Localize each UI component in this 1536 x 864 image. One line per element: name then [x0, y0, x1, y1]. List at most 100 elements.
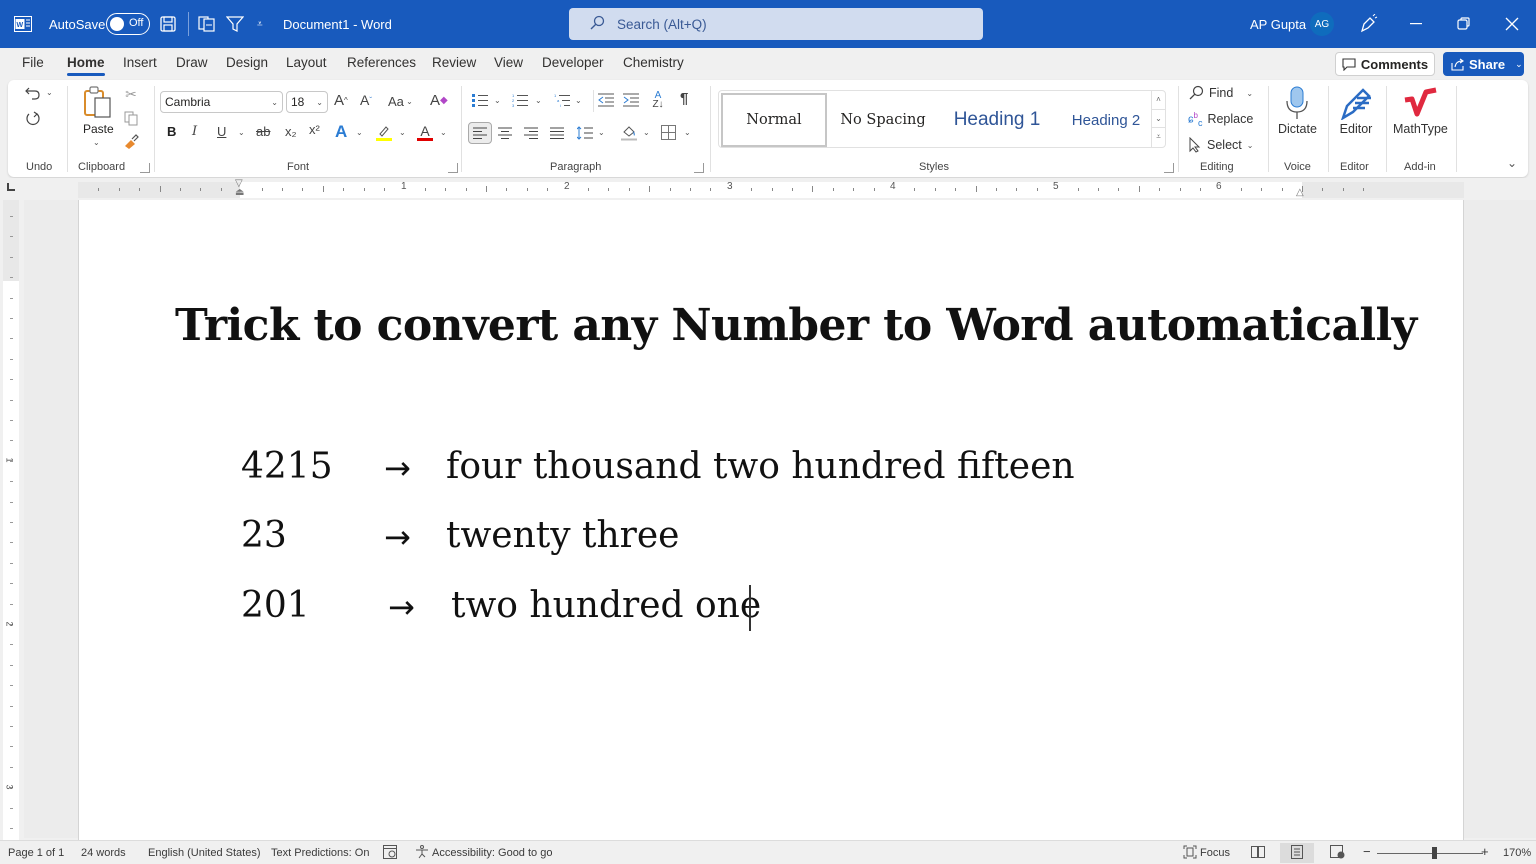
multilevel-list-icon[interactable]: 1ai	[553, 92, 571, 108]
style-no-spacing[interactable]: No Spacing	[831, 93, 935, 147]
tab-insert[interactable]: Insert	[123, 55, 157, 70]
tab-file[interactable]: File	[22, 55, 44, 70]
bullets-icon[interactable]	[471, 92, 489, 108]
gallery-scrollbar[interactable]: ˄ ⌄ ⩡	[1151, 91, 1165, 147]
text-effects-icon[interactable]: A	[335, 122, 347, 142]
sort-icon[interactable]: A Z↓	[649, 90, 667, 110]
find-dropdown-icon[interactable]: ⌄	[1246, 89, 1253, 98]
word-count[interactable]: 24 words	[81, 847, 126, 859]
tab-design[interactable]: Design	[226, 55, 268, 70]
page-count[interactable]: Page 1 of 1	[8, 847, 64, 859]
word-logo-icon[interactable]: W	[14, 0, 34, 48]
vertical-ruler[interactable]: 1 2 3	[3, 200, 19, 841]
undo-icon[interactable]	[24, 84, 42, 102]
close-icon[interactable]	[1500, 0, 1524, 48]
text-effects-dropdown-icon[interactable]: ⌄	[356, 128, 363, 137]
number-value[interactable]: 23	[241, 515, 287, 556]
accessibility-icon[interactable]	[415, 845, 429, 862]
change-case-icon[interactable]: Aa ⌄	[388, 94, 413, 109]
dictate-button[interactable]: Dictate	[1278, 84, 1317, 136]
copy-icon[interactable]	[123, 110, 139, 126]
read-mode-icon[interactable]	[1251, 845, 1265, 862]
number-value[interactable]: 201	[241, 585, 310, 626]
align-center-button[interactable]	[498, 127, 512, 139]
paste-dropdown-icon[interactable]: ⌄	[93, 138, 100, 147]
macro-recording-icon[interactable]	[383, 845, 397, 862]
horizontal-ruler[interactable]: 1 2 3 4 5 6 ▽ ⏏ △	[0, 178, 1536, 200]
align-right-button[interactable]	[524, 127, 538, 139]
avatar[interactable]: AG	[1310, 12, 1334, 36]
style-heading-2[interactable]: Heading 2	[1059, 93, 1153, 147]
justify-button[interactable]	[550, 127, 564, 139]
grow-font-icon[interactable]: A ^	[334, 92, 348, 109]
gallery-down-icon[interactable]: ⌄	[1152, 110, 1165, 129]
user-name[interactable]: AP Gupta	[1250, 0, 1306, 48]
tab-view[interactable]: View	[494, 55, 523, 70]
replace-button[interactable]: ɕbc Replace	[1188, 111, 1253, 128]
left-indent-marker[interactable]: ⏏	[235, 187, 244, 198]
touch-mode-icon[interactable]	[198, 0, 216, 48]
customize-toolbar-icon[interactable]: ⩡	[257, 0, 263, 48]
font-size-select[interactable]: 18 ⌄	[286, 91, 328, 113]
underline-button[interactable]: U	[217, 124, 226, 139]
font-name-select[interactable]: Cambria ⌄	[160, 91, 283, 113]
format-painter-icon[interactable]	[123, 134, 139, 150]
zoom-out-button[interactable]: −	[1363, 844, 1371, 859]
gallery-more-icon[interactable]: ⩡	[1152, 128, 1165, 147]
autosave-toggle[interactable]: Off	[106, 13, 150, 35]
shading-dropdown-icon[interactable]: ⌄	[643, 128, 650, 137]
tab-layout[interactable]: Layout	[286, 55, 327, 70]
number-value[interactable]: 4215	[241, 446, 333, 487]
multilevel-dropdown-icon[interactable]: ⌄	[575, 96, 582, 105]
focus-icon[interactable]	[1183, 845, 1197, 862]
tab-chemistry[interactable]: Chemistry	[623, 55, 684, 70]
highlight-icon[interactable]	[376, 124, 392, 142]
superscript-button[interactable]: x²	[309, 122, 320, 137]
tab-selector-icon[interactable]	[7, 183, 15, 191]
number-words[interactable]: two hundred one	[451, 585, 761, 626]
underline-dropdown-icon[interactable]: ⌄	[238, 128, 245, 137]
zoom-slider-thumb[interactable]	[1432, 847, 1437, 859]
select-button[interactable]: Select ⌄	[1188, 137, 1253, 153]
bullets-dropdown-icon[interactable]: ⌄	[494, 96, 501, 105]
comments-button[interactable]: Comments	[1335, 52, 1435, 76]
subscript-button[interactable]: x₂	[285, 124, 297, 139]
strikethrough-button[interactable]: ab	[256, 124, 270, 139]
collapse-ribbon-icon[interactable]: ⌄	[1507, 156, 1517, 170]
pen-icon[interactable]	[1358, 0, 1378, 48]
decrease-indent-icon[interactable]	[597, 92, 615, 108]
gallery-up-icon[interactable]: ˄	[1152, 91, 1165, 110]
zoom-in-button[interactable]: +	[1481, 844, 1489, 859]
style-heading-1[interactable]: Heading 1	[939, 93, 1055, 147]
web-layout-icon[interactable]	[1330, 845, 1345, 862]
print-layout-icon[interactable]	[1291, 845, 1303, 862]
share-button[interactable]: Share ⌄	[1443, 52, 1524, 76]
styles-launcher-icon[interactable]	[1164, 163, 1174, 173]
numbering-dropdown-icon[interactable]: ⌄	[535, 96, 542, 105]
focus-label[interactable]: Focus	[1200, 847, 1230, 859]
zoom-slider[interactable]	[1377, 853, 1483, 854]
line-spacing-dropdown-icon[interactable]: ⌄	[598, 128, 605, 137]
right-indent-marker[interactable]: △	[1296, 187, 1304, 198]
tab-home[interactable]: Home	[67, 55, 105, 76]
show-formatting-icon[interactable]: ¶	[680, 90, 688, 107]
font-color-dropdown-icon[interactable]: ⌄	[440, 128, 447, 137]
share-dropdown-icon[interactable]: ⌄	[1515, 59, 1523, 70]
search-input[interactable]: Search (Alt+Q)	[569, 8, 983, 40]
tab-developer[interactable]: Developer	[542, 55, 604, 70]
mathtype-button[interactable]: MathType	[1393, 84, 1448, 136]
borders-dropdown-icon[interactable]: ⌄	[684, 128, 691, 137]
save-icon[interactable]	[160, 0, 180, 48]
minimize-icon[interactable]	[1404, 0, 1428, 48]
italic-button[interactable]: I	[192, 124, 197, 139]
filter-icon[interactable]	[226, 0, 244, 48]
undo-dropdown-icon[interactable]: ⌄	[46, 88, 53, 97]
accessibility-status[interactable]: Accessibility: Good to go	[432, 847, 552, 859]
paste-label[interactable]: Paste	[83, 122, 114, 136]
borders-icon[interactable]	[661, 125, 676, 140]
increase-indent-icon[interactable]	[622, 92, 640, 108]
redo-icon[interactable]	[24, 110, 42, 128]
document-heading[interactable]: Trick to convert any Number to Word auto…	[175, 300, 1417, 351]
font-launcher-icon[interactable]	[448, 163, 458, 173]
font-color-icon[interactable]: A	[417, 122, 433, 142]
